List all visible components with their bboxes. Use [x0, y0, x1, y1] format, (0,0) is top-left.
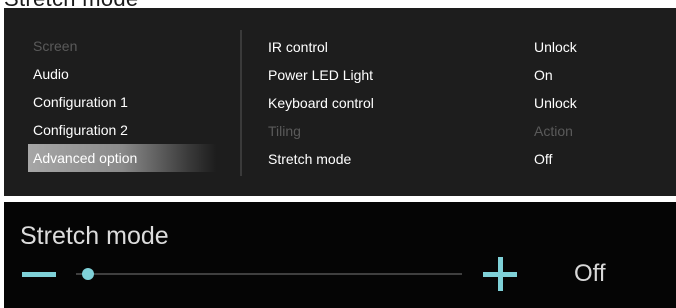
category-item-screen[interactable]: Screen: [28, 32, 216, 60]
setting-value: Unlock: [534, 39, 577, 55]
category-item-configuration-2[interactable]: Configuration 2: [28, 116, 216, 144]
slider-knob[interactable]: [81, 268, 94, 280]
setting-label: Keyboard control: [268, 95, 374, 111]
setting-value: Off: [534, 151, 553, 167]
setting-label: Power LED Light: [268, 67, 374, 83]
category-item-advanced-option[interactable]: Advanced option: [28, 144, 216, 172]
setting-label: IR control: [268, 39, 328, 55]
setting-row-ir-control[interactable]: IR control Unlock: [268, 33, 648, 61]
setting-value: On: [534, 67, 553, 83]
increase-button[interactable]: [483, 257, 517, 291]
settings-menu-panel: Screen Audio Configuration 1 Configurati…: [4, 8, 676, 196]
setting-row-power-led-light[interactable]: Power LED Light On: [268, 61, 648, 89]
slider-title: Stretch mode: [20, 222, 169, 250]
setting-value: Action: [534, 123, 573, 139]
setting-row-keyboard-control[interactable]: Keyboard control Unlock: [268, 89, 648, 117]
setting-label: Tiling: [268, 123, 301, 139]
setting-label: Stretch mode: [268, 151, 352, 167]
slider-track[interactable]: [76, 268, 462, 280]
setting-value: Unlock: [534, 95, 577, 111]
stretch-mode-slider-panel: Stretch mode Off: [4, 202, 676, 308]
category-list: Screen Audio Configuration 1 Configurati…: [4, 8, 240, 196]
category-item-configuration-1[interactable]: Configuration 1: [28, 88, 216, 116]
decrease-button[interactable]: [22, 260, 56, 288]
setting-row-stretch-mode[interactable]: Stretch mode Off: [268, 145, 648, 173]
setting-row-tiling[interactable]: Tiling Action: [268, 117, 648, 145]
slider-value: Off: [574, 260, 606, 287]
menu-divider: [240, 30, 242, 176]
category-item-audio[interactable]: Audio: [28, 60, 216, 88]
